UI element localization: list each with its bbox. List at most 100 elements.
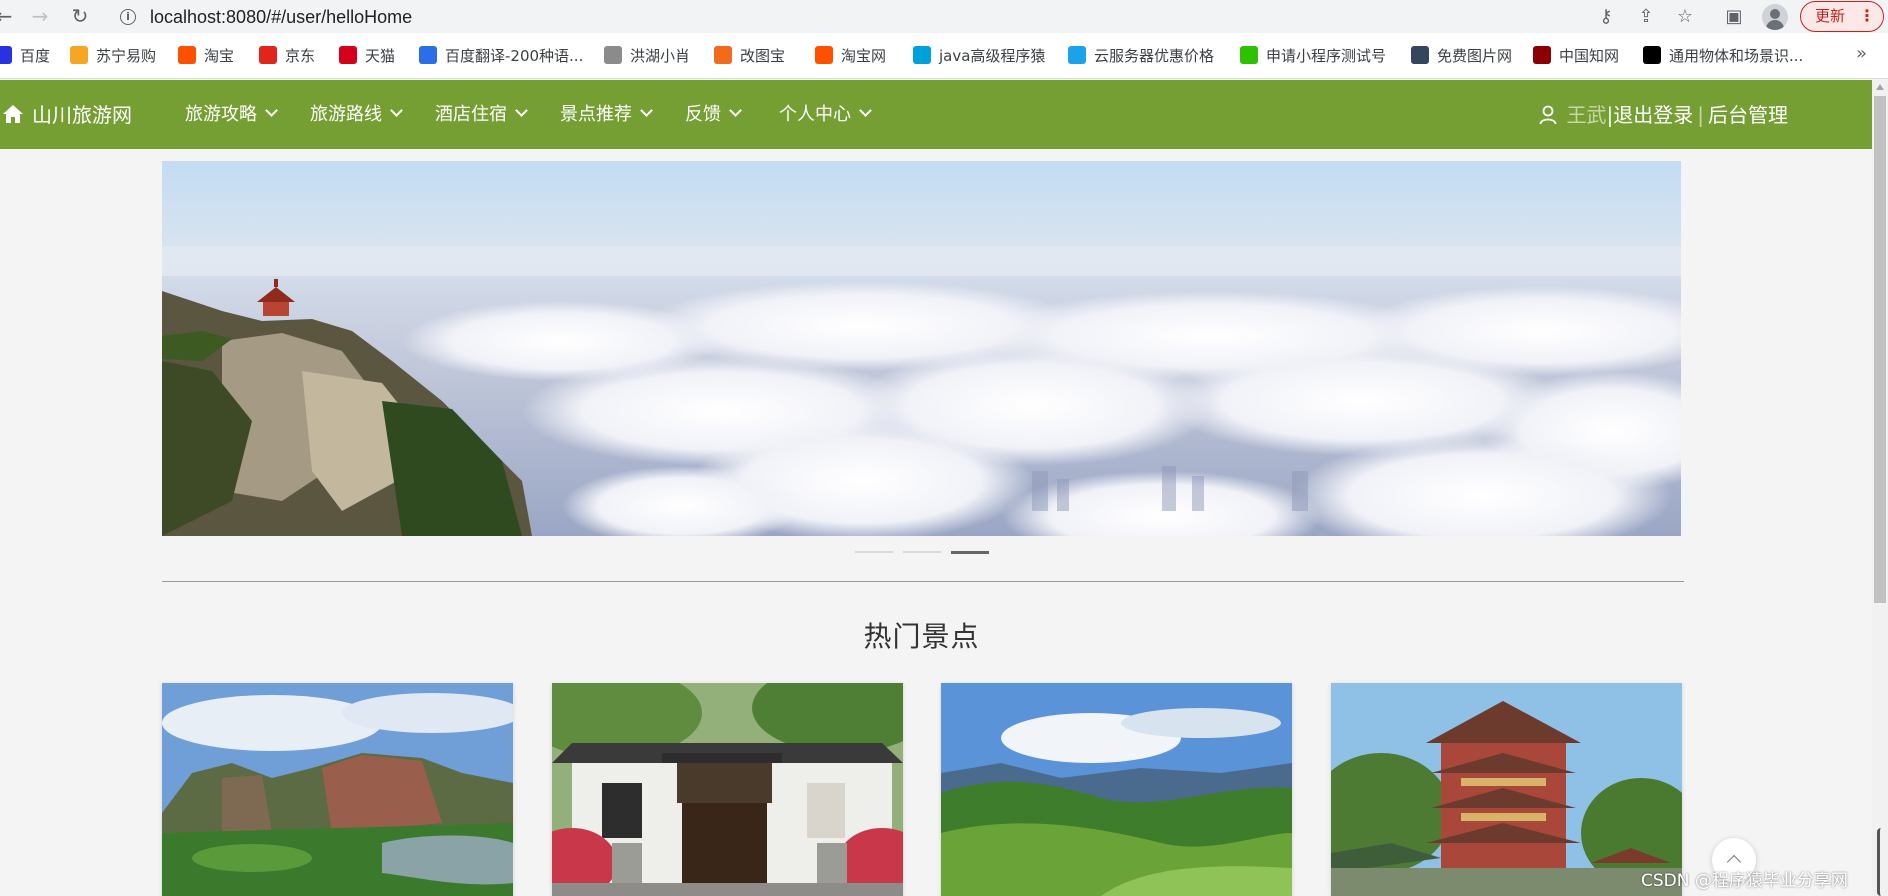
bookmark-label: 云服务器优惠价格 [1094, 47, 1215, 65]
bookmark-item[interactable]: 百度 [0, 45, 50, 67]
bookmark-item[interactable]: 免费图片网 [1411, 45, 1512, 67]
taobao-net-icon [815, 46, 833, 64]
home-icon [2, 103, 24, 125]
bookmark-item[interactable]: 苏宁易购 [70, 45, 156, 67]
wechat-icon [1240, 46, 1258, 64]
address-bar[interactable]: i localhost:8080/#/user/helloHome [108, 2, 1598, 32]
nav-travel-routes[interactable]: 旅游路线 [310, 102, 403, 128]
bilibili-icon [913, 46, 931, 64]
url-text[interactable]: localhost:8080/#/user/helloHome [150, 7, 412, 28]
bookmark-label: 淘宝 [204, 47, 235, 65]
bookmark-label: 京东 [285, 47, 316, 65]
nav-travel-guides[interactable]: 旅游攻略 [185, 102, 278, 128]
gaitubao-icon [714, 46, 732, 64]
logout-link[interactable]: |退出登录 [1607, 103, 1694, 127]
jd-icon [259, 46, 277, 64]
user-area: 王武|退出登录 | 后台管理 [1539, 101, 1788, 129]
bookmark-label: 洪湖小肖 [630, 47, 691, 65]
profile-avatar-icon[interactable] [1762, 4, 1788, 30]
section-title: 热门景点 [863, 620, 980, 653]
carousel-indicator-1[interactable] [855, 551, 893, 553]
bird-icon [604, 46, 622, 64]
suning-icon [70, 46, 88, 64]
page-scrollbar[interactable] [1872, 80, 1888, 896]
more-bookmarks-icon[interactable]: » [1856, 43, 1867, 64]
translate-icon [419, 46, 437, 64]
site-info-icon[interactable]: i [120, 9, 136, 25]
bookmark-label: 天猫 [365, 47, 396, 65]
scroll-up-arrow-icon[interactable] [1876, 84, 1884, 90]
attraction-image [162, 683, 513, 896]
bookmark-item[interactable]: 中国知网 [1533, 45, 1619, 67]
chevron-down-icon [390, 104, 403, 117]
forward-arrow-icon[interactable]: → [28, 4, 52, 28]
bookmark-label: 苏宁易购 [96, 47, 157, 65]
bookmark-label: 淘宝网 [841, 47, 887, 65]
update-button[interactable]: 更新 ⋮ [1800, 1, 1884, 32]
bookmark-item[interactable]: 云服务器优惠价格 [1068, 45, 1214, 67]
chevron-down-icon [640, 104, 653, 117]
bookmark-item[interactable]: 天猫 [339, 45, 395, 67]
nav-attractions[interactable]: 景点推荐 [560, 102, 653, 128]
bookmark-star-icon[interactable]: ☆ [1672, 4, 1698, 30]
bookmark-item[interactable]: 京东 [259, 45, 315, 67]
attraction-card[interactable] [1331, 683, 1682, 896]
bookmark-item[interactable]: 淘宝 [178, 45, 234, 67]
bookmark-item[interactable]: 百度翻译-200种语... [419, 45, 583, 67]
taobao-icon [178, 46, 196, 64]
bookmark-item[interactable]: 通用物体和场景识... [1643, 45, 1803, 67]
bookmark-label: java高级程序猿 [939, 47, 1046, 65]
key-icon[interactable]: ⚷ [1593, 4, 1619, 30]
attraction-card[interactable] [162, 683, 513, 896]
reload-icon[interactable]: ↻ [68, 4, 92, 28]
attraction-card[interactable] [552, 683, 903, 896]
share-icon[interactable]: ⇪ [1633, 4, 1659, 30]
nav-personal-center[interactable]: 个人中心 [779, 102, 872, 128]
scroll-edge-marker [1877, 828, 1885, 896]
bookmark-item[interactable]: 洪湖小肖 [604, 45, 690, 67]
tumblr-icon [1411, 46, 1429, 64]
nav-hotels[interactable]: 酒店住宿 [435, 102, 528, 128]
bookmark-item[interactable]: java高级程序猿 [913, 45, 1045, 67]
browser-toolbar: ← → ↻ i localhost:8080/#/user/helloHome … [0, 0, 1888, 33]
bookmark-item[interactable]: 淘宝网 [815, 45, 886, 67]
site-logo[interactable]: 山川旅游网 [2, 101, 132, 129]
carousel-indicator-3[interactable] [951, 551, 989, 554]
tmall-icon [339, 46, 357, 64]
back-arrow-icon[interactable]: ← [0, 4, 16, 28]
bookmarks-bar: 百度 苏宁易购 淘宝 京东 天猫 百度翻译-200种语... 洪湖小肖 改图宝 淘宝网 java高… [0, 33, 1888, 79]
bookmark-label: 中国知网 [1559, 47, 1620, 65]
admin-link[interactable]: 后台管理 [1708, 103, 1788, 127]
bookmark-label: 百度 [20, 47, 51, 65]
bookmark-label: 申请小程序测试号 [1266, 47, 1387, 65]
cloud-icon [1068, 46, 1086, 64]
chevron-down-icon [515, 104, 528, 117]
chevron-down-icon [265, 104, 278, 117]
attraction-image [1331, 683, 1682, 896]
bookmark-label: 百度翻译-200种语... [445, 47, 584, 65]
watermark: CSDN @程序猿毕业分享网 [1641, 871, 1848, 891]
bookmark-label: 免费图片网 [1437, 47, 1513, 65]
bookmark-label: 通用物体和场景识... [1669, 47, 1804, 65]
bookmark-item[interactable]: 改图宝 [714, 45, 785, 67]
chevron-down-icon [729, 104, 742, 117]
bookmark-item[interactable]: 申请小程序测试号 [1240, 45, 1386, 67]
chevron-down-icon [859, 104, 872, 117]
user-icon [1539, 104, 1557, 125]
separator: | [1697, 103, 1704, 127]
attraction-image [552, 683, 903, 896]
carousel-image [162, 161, 1681, 536]
user-name[interactable]: 王武 [1567, 103, 1607, 127]
ai-icon [1643, 46, 1661, 64]
scroll-thumb[interactable] [1874, 96, 1886, 603]
cnki-icon [1533, 46, 1551, 64]
bookmark-label: 改图宝 [740, 47, 786, 65]
attraction-card[interactable] [941, 683, 1292, 896]
side-panel-icon[interactable]: ▣ [1721, 4, 1747, 30]
carousel-indicator-2[interactable] [903, 551, 941, 553]
nav-feedback[interactable]: 反馈 [685, 102, 742, 128]
site-name: 山川旅游网 [32, 103, 132, 127]
hero-carousel[interactable] [162, 161, 1681, 536]
section-divider [162, 581, 1684, 582]
attraction-image [941, 683, 1292, 896]
